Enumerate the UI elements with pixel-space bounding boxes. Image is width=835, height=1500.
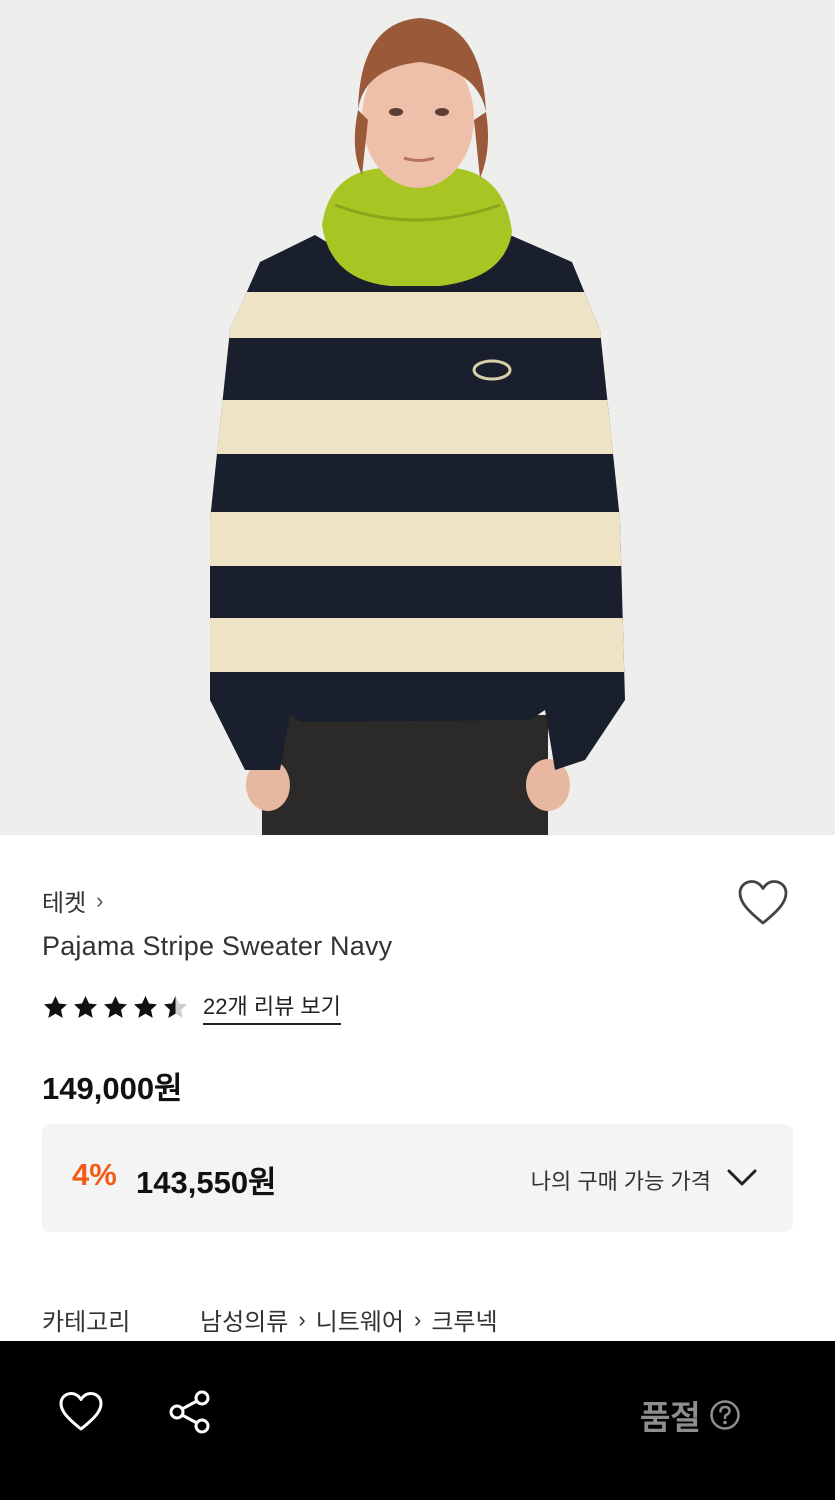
- chevron-down-icon: [727, 1169, 757, 1186]
- my-price-dropdown[interactable]: 4% 143,550원 나의 구매 가능 가격: [42, 1124, 793, 1232]
- star-filled-icon: [44, 995, 67, 1018]
- star-filled-icon: [74, 995, 97, 1018]
- brand-name[interactable]: 테켓: [42, 883, 86, 918]
- heart-outline-icon: [59, 1392, 103, 1431]
- wishlist-button[interactable]: [58, 1391, 104, 1433]
- my-price-amount: 143,550원: [136, 1165, 277, 1200]
- product-image[interactable]: [0, 0, 835, 835]
- star-filled-icon: [104, 995, 127, 1018]
- share-icon: [169, 1390, 210, 1434]
- question-circle-icon[interactable]: [709, 1399, 741, 1431]
- star-rating: [42, 994, 189, 1021]
- category-link-0[interactable]: 남성의류: [200, 1302, 288, 1337]
- product-info-section: 테켓 › Pajama Stripe Sweater Navy 22개 리뷰 보…: [0, 835, 835, 1341]
- chevron-right-icon: ›: [96, 887, 104, 913]
- heart-outline-icon: [738, 880, 788, 925]
- brand-link[interactable]: 테켓 ›: [42, 883, 104, 918]
- chevron-right-icon: ›: [413, 1306, 422, 1332]
- my-price-label: 나의 구매 가능 가격: [530, 1169, 711, 1194]
- chevron-right-icon: ›: [298, 1306, 306, 1332]
- star-filled-icon: [134, 995, 157, 1018]
- category-label: 카테고리: [42, 1309, 131, 1336]
- review-link[interactable]: 22개 리뷰 보기: [203, 989, 341, 1025]
- discount-rate: 4%: [72, 1157, 117, 1192]
- product-price: 149,000원: [42, 1071, 183, 1106]
- category-row: 카테고리 남성의류 › 니트웨어 › 크루넥: [42, 1302, 498, 1337]
- product-name: Pajama Stripe Sweater Navy: [42, 931, 393, 961]
- bottom-action-bar: 품절: [0, 1341, 835, 1500]
- product-photo-illustration: [0, 0, 835, 835]
- rating-row: 22개 리뷰 보기: [42, 989, 341, 1025]
- wishlist-heart-button[interactable]: [737, 879, 789, 927]
- share-button[interactable]: [168, 1389, 212, 1435]
- category-link-2[interactable]: 크루넥: [431, 1302, 497, 1337]
- star-half-icon: [164, 995, 187, 1018]
- soldout-status: 품절: [640, 1391, 741, 1439]
- category-link-1[interactable]: 니트웨어: [316, 1302, 404, 1337]
- soldout-label: 품절: [640, 1399, 701, 1436]
